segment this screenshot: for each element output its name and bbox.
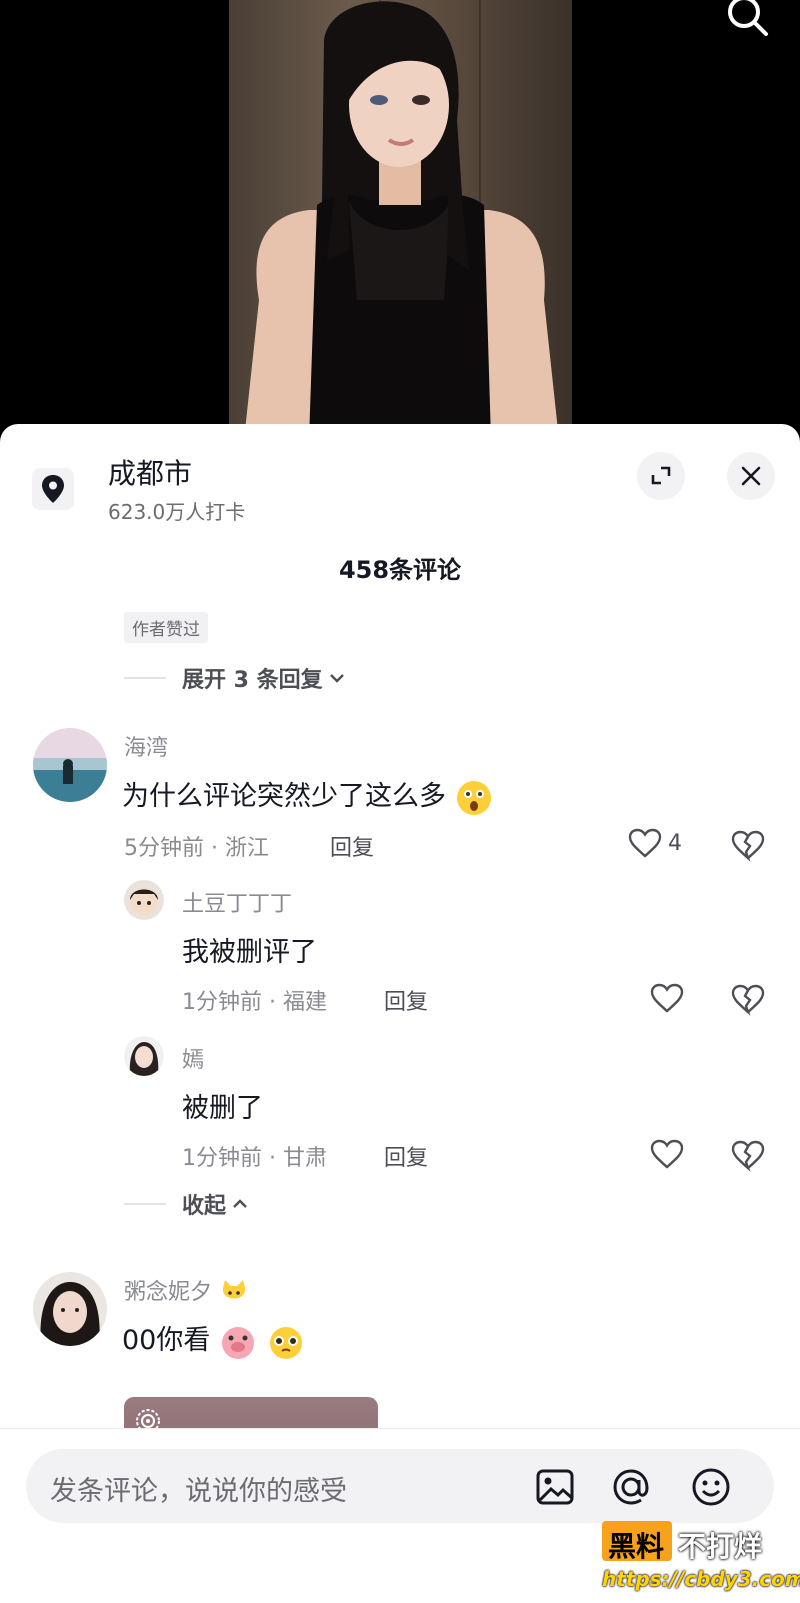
pig-face-emoji-icon: [221, 1326, 254, 1359]
watermark-brand-b: 不打烊: [678, 1530, 763, 1563]
reply-username[interactable]: 嫣: [182, 1042, 204, 1074]
avatar[interactable]: [33, 728, 107, 802]
reply-button[interactable]: 回复: [330, 830, 374, 862]
image-icon[interactable]: [534, 1466, 576, 1508]
author-liked-tag: 作者赞过: [124, 612, 208, 643]
comment-count-title: 458条评论: [338, 556, 462, 584]
location-city: 成都市: [108, 457, 193, 490]
comment-username[interactable]: 粥念妮夕: [124, 1274, 249, 1308]
comment-input[interactable]: 发条评论，说说你的感受: [26, 1449, 774, 1523]
comment-meta: 5分钟前 · 浙江: [124, 836, 269, 861]
search-icon[interactable]: [724, 0, 772, 40]
collapse-replies-button[interactable]: 收起: [124, 1186, 248, 1222]
comment-input-placeholder: 发条评论，说说你的感受: [50, 1476, 347, 1507]
reply-text: 被删了: [182, 1093, 263, 1124]
location-pin-icon: [32, 468, 74, 510]
chevron-down-icon: [329, 674, 344, 683]
video-frame: [229, 0, 572, 440]
broken-heart-icon[interactable]: [731, 828, 765, 862]
reply-text: 我被删评了: [182, 937, 317, 968]
video-person-illustration: [244, 1, 559, 440]
reply-meta: 1分钟前 · 福建: [182, 990, 327, 1015]
cat-emoji-icon: [222, 1280, 246, 1299]
reply-username[interactable]: 土豆丁丁丁: [182, 886, 292, 918]
close-icon: [741, 466, 761, 486]
comments-sheet: 成都市 623.0万人打卡 458条评论 作者赞过 展开 3 条回复 海湾 为什…: [0, 424, 800, 1602]
close-button[interactable]: [727, 452, 775, 500]
comment-username[interactable]: 海湾: [124, 730, 168, 762]
emoji-icon[interactable]: [690, 1466, 732, 1508]
comment-text: 00你看: [122, 1318, 306, 1361]
like-count: 4: [668, 830, 682, 856]
watermark-url: https://cbdy3.com: [602, 1567, 800, 1591]
comment-input-bar: 发条评论，说说你的感受 黑料 不打烊 https://cbdy3.com: [0, 1428, 800, 1603]
shocked-face-emoji-icon: [456, 780, 491, 815]
heart-icon[interactable]: [650, 981, 684, 1015]
reply-meta: 1分钟前 · 甘肃: [182, 1146, 327, 1171]
broken-heart-icon[interactable]: [731, 1138, 765, 1172]
pleading-face-emoji-icon: [269, 1326, 302, 1359]
reply-button[interactable]: 回复: [384, 1140, 428, 1172]
like-button[interactable]: 4: [628, 826, 682, 860]
heart-icon[interactable]: [650, 1137, 684, 1171]
reply-button[interactable]: 回复: [384, 984, 428, 1016]
expand-replies-label: 展开 3 条回复: [182, 668, 323, 693]
watermark-brand-a: 黑料: [608, 1530, 665, 1563]
avatar[interactable]: [33, 1272, 107, 1346]
at-icon[interactable]: [610, 1466, 652, 1508]
video-player[interactable]: [0, 0, 800, 440]
expand-replies-button[interactable]: 展开 3 条回复: [124, 660, 345, 696]
comment-text: 为什么评论突然少了这么多: [122, 774, 493, 817]
expand-button[interactable]: [637, 452, 685, 500]
location-checkins: 623.0万人打卡: [108, 500, 246, 524]
watermark: 黑料 不打烊 https://cbdy3.com: [602, 1521, 800, 1601]
collapse-replies-label: 收起: [182, 1194, 227, 1219]
expand-icon: [651, 466, 671, 485]
chevron-up-icon: [233, 1199, 247, 1208]
avatar[interactable]: [124, 1036, 164, 1076]
broken-heart-icon[interactable]: [731, 982, 765, 1016]
avatar[interactable]: [124, 880, 164, 920]
heart-icon: [628, 828, 662, 858]
